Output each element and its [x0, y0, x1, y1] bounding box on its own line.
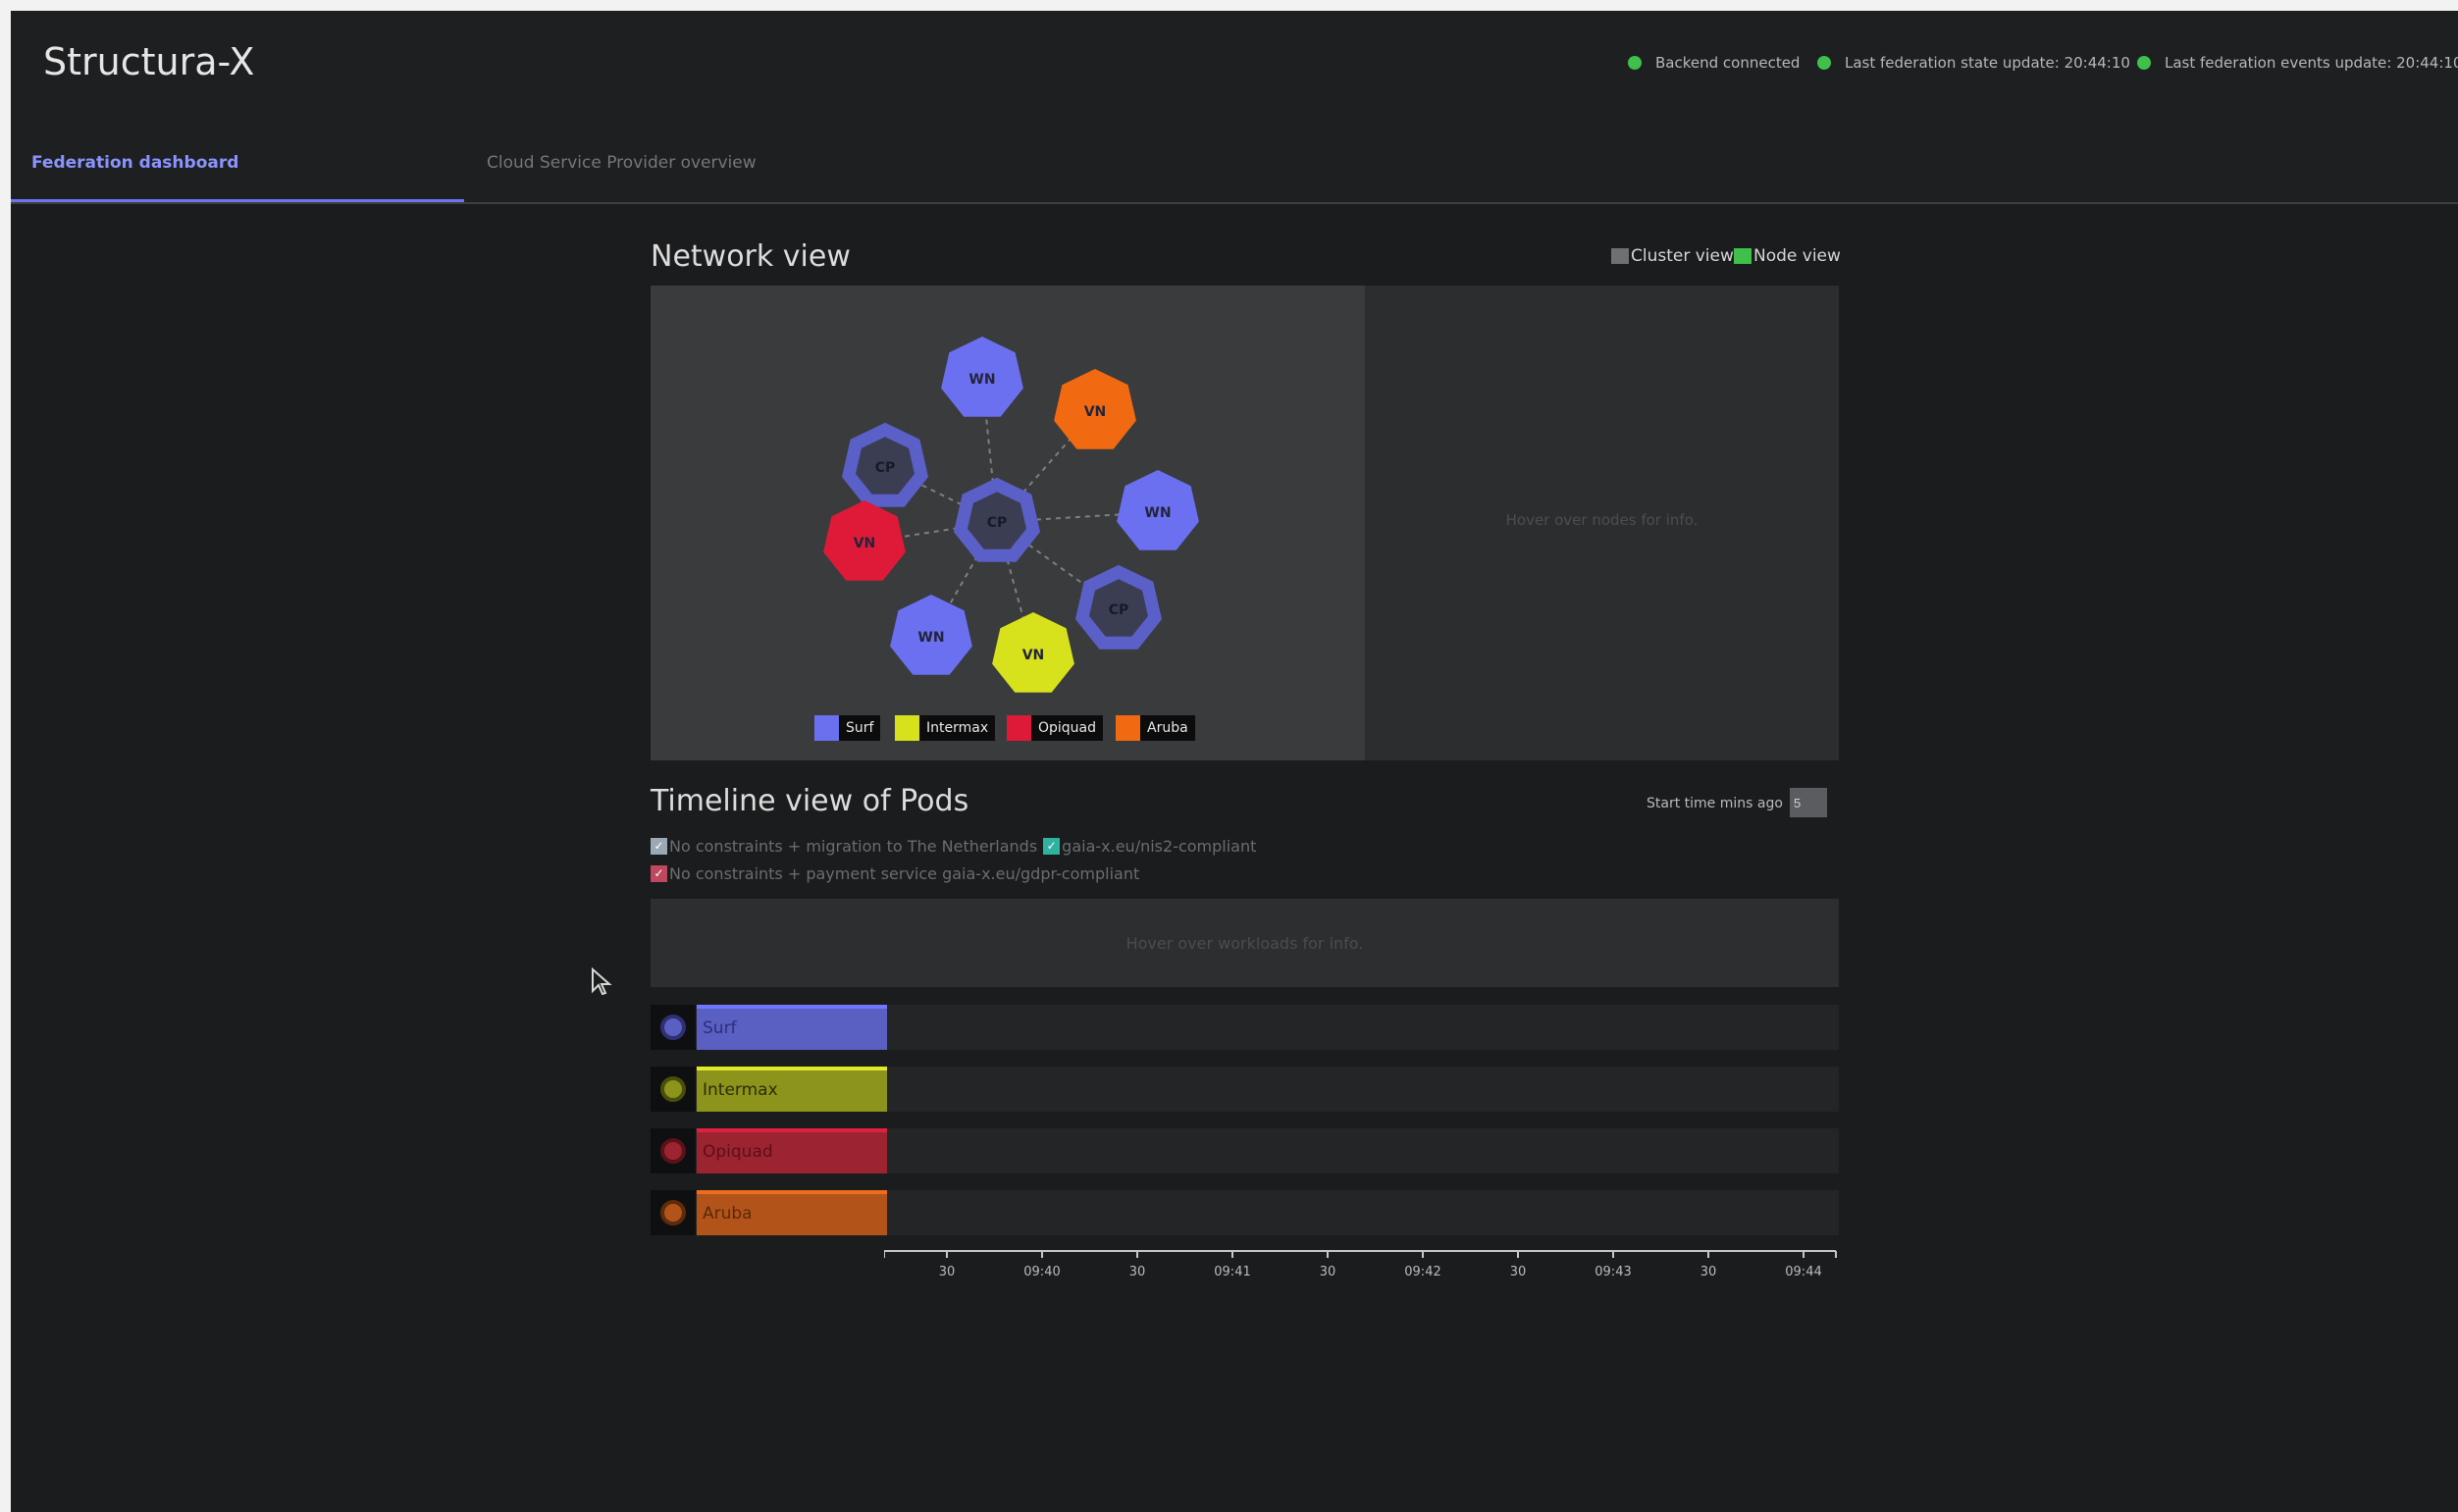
constraint-1-text: No constraints + migration to The Nether… — [669, 837, 1038, 856]
network-node-cp[interactable]: CP — [1074, 564, 1163, 650]
status-state-update: Last federation state update: 20:44:10 — [1817, 54, 2130, 72]
network-graph-panel[interactable]: CP WN VN CP WN VN CP WN VN — [651, 286, 1365, 760]
axis-tick-label: 30 — [1320, 1265, 1336, 1279]
network-node-label: CP — [1109, 602, 1129, 618]
legend-aruba-label: Aruba — [1140, 715, 1195, 741]
start-time-label: Start time mins ago — [1647, 796, 1783, 811]
axis-tick-label: 09:41 — [1214, 1265, 1250, 1279]
legend-opiquad-swatch — [1007, 715, 1031, 741]
network-node-wn[interactable]: WN — [890, 595, 972, 675]
status-backend-label: Backend connected — [1655, 54, 1801, 72]
app-window: Structura-X Backend connected Last feder… — [11, 11, 2458, 1512]
app-title: Structura-X — [43, 40, 255, 83]
legend-surf-swatch — [814, 715, 839, 741]
provider-icon — [651, 1005, 696, 1050]
mouse-cursor-icon — [592, 967, 612, 996]
node-view-label: Node view — [1753, 246, 1841, 266]
axis-tick-label: 30 — [939, 1265, 956, 1279]
constraint-1-tag-checkbox[interactable]: ✓ — [1043, 838, 1061, 855]
legend-opiquad: Opiquad — [1007, 715, 1104, 741]
node-info-panel: Hover over nodes for info. — [1365, 286, 1839, 760]
timeline-bar-label: Aruba — [703, 1204, 753, 1224]
network-node-cp[interactable]: CP — [953, 477, 1041, 562]
provider-icon — [651, 1067, 696, 1112]
timeline-bar-label: Surf — [703, 1018, 737, 1038]
tab-federation-dashboard[interactable]: Federation dashboard — [11, 124, 464, 202]
cluster-view-label: Cluster view — [1631, 246, 1734, 266]
status-dot-icon — [2137, 56, 2151, 70]
timeline-title: Timeline view of Pods — [651, 784, 969, 818]
axis-tick-label: 09:44 — [1785, 1265, 1821, 1279]
network-node-wn[interactable]: WN — [1117, 470, 1199, 550]
node-view-toggle[interactable]: Node view — [1734, 246, 1841, 266]
network-node-cp[interactable]: CP — [841, 422, 929, 507]
timeline-row-intermax[interactable]: Intermax — [651, 1067, 1839, 1112]
status-events-update: Last federation events update: 20:44:10 — [2137, 54, 2458, 72]
provider-icon — [651, 1128, 696, 1173]
tab-cloud-service-provider-overview[interactable]: Cloud Service Provider overview — [487, 124, 757, 202]
network-node-vn[interactable]: VN — [992, 612, 1074, 693]
network-node-label: CP — [875, 460, 896, 476]
cluster-view-swatch — [1611, 248, 1629, 264]
legend-aruba-swatch — [1116, 715, 1140, 741]
cluster-view-toggle[interactable]: Cluster view — [1611, 246, 1734, 266]
constraint-1[interactable]: ✓ No constraints + migration to The Neth… — [651, 837, 1256, 856]
network-node-vn[interactable]: VN — [1054, 369, 1136, 449]
constraint-2-text: No constraints + payment service gaia-x.… — [669, 864, 1140, 883]
axis-tick-label: 09:43 — [1595, 1265, 1631, 1279]
legend-surf: Surf — [814, 715, 881, 741]
status-backend: Backend connected — [1628, 54, 1800, 72]
start-time-input[interactable] — [1790, 788, 1827, 817]
network-node-vn[interactable]: VN — [823, 500, 906, 581]
timeline-bar-label: Intermax — [703, 1080, 778, 1100]
node-view-swatch — [1734, 248, 1752, 264]
axis-tick-label: 30 — [1510, 1265, 1527, 1279]
constraint-2[interactable]: ✓ No constraints + payment service gaia-… — [651, 864, 1139, 883]
timeline-bar-label: Opiquad — [703, 1142, 773, 1162]
legend-aruba: Aruba — [1116, 715, 1195, 741]
legend-surf-label: Surf — [839, 715, 881, 741]
node-info-placeholder: Hover over nodes for info. — [1505, 511, 1699, 529]
network-graph[interactable]: CP WN VN CP WN VN CP WN VN — [651, 286, 1365, 760]
legend-intermax-swatch — [895, 715, 919, 741]
axis-tick-label: 09:40 — [1023, 1265, 1060, 1279]
provider-icon — [651, 1190, 696, 1235]
workload-info-panel: Hover over workloads for info. — [651, 899, 1839, 987]
legend-intermax-label: Intermax — [919, 715, 996, 741]
network-node-label: WN — [917, 630, 944, 646]
legend-intermax: Intermax — [895, 715, 996, 741]
timeline-row-surf[interactable]: Surf — [651, 1005, 1839, 1050]
timeline-bar-surf[interactable]: Surf — [697, 1005, 887, 1050]
network-node-label: VN — [854, 536, 876, 551]
network-node-label: VN — [1084, 404, 1107, 420]
axis-tick-label: 30 — [1129, 1265, 1146, 1279]
network-node-label: VN — [1022, 648, 1045, 663]
timeline-bar-opiquad[interactable]: Opiquad — [697, 1128, 887, 1173]
status-dot-icon — [1817, 56, 1831, 70]
status-dot-icon — [1628, 56, 1642, 70]
network-node-label: WN — [968, 372, 995, 388]
timeline-bar-intermax[interactable]: Intermax — [697, 1067, 887, 1112]
status-state-update-label: Last federation state update: 20:44:10 — [1845, 54, 2130, 72]
legend-opiquad-label: Opiquad — [1031, 715, 1104, 741]
status-events-update-label: Last federation events update: 20:44:10 — [2165, 54, 2458, 72]
timeline-bar-aruba[interactable]: Aruba — [697, 1190, 887, 1235]
timeline-row-aruba[interactable]: Aruba — [651, 1190, 1839, 1235]
constraint-2-checkbox[interactable]: ✓ — [651, 865, 667, 882]
network-node-label: CP — [987, 515, 1008, 531]
tab-bar: Federation dashboard Cloud Service Provi… — [11, 124, 2458, 204]
network-node-wn[interactable]: WN — [941, 337, 1023, 417]
timeline-axis: 30 09:40 30 09:41 30 09:42 30 09:43 30 09:44 — [884, 1250, 1837, 1279]
timeline-row-opiquad[interactable]: Opiquad — [651, 1128, 1839, 1173]
constraint-1-tag: gaia-x.eu/nis2-compliant — [1062, 837, 1257, 856]
axis-tick-label: 30 — [1700, 1265, 1717, 1279]
constraint-1-checkbox[interactable]: ✓ — [651, 838, 667, 855]
network-view-title: Network view — [651, 239, 851, 274]
network-node-label: WN — [1144, 505, 1171, 521]
axis-tick-label: 09:42 — [1404, 1265, 1440, 1279]
workload-info-placeholder: Hover over workloads for info. — [1125, 934, 1364, 953]
top-bar: Structura-X Backend connected Last feder… — [11, 11, 2458, 124]
